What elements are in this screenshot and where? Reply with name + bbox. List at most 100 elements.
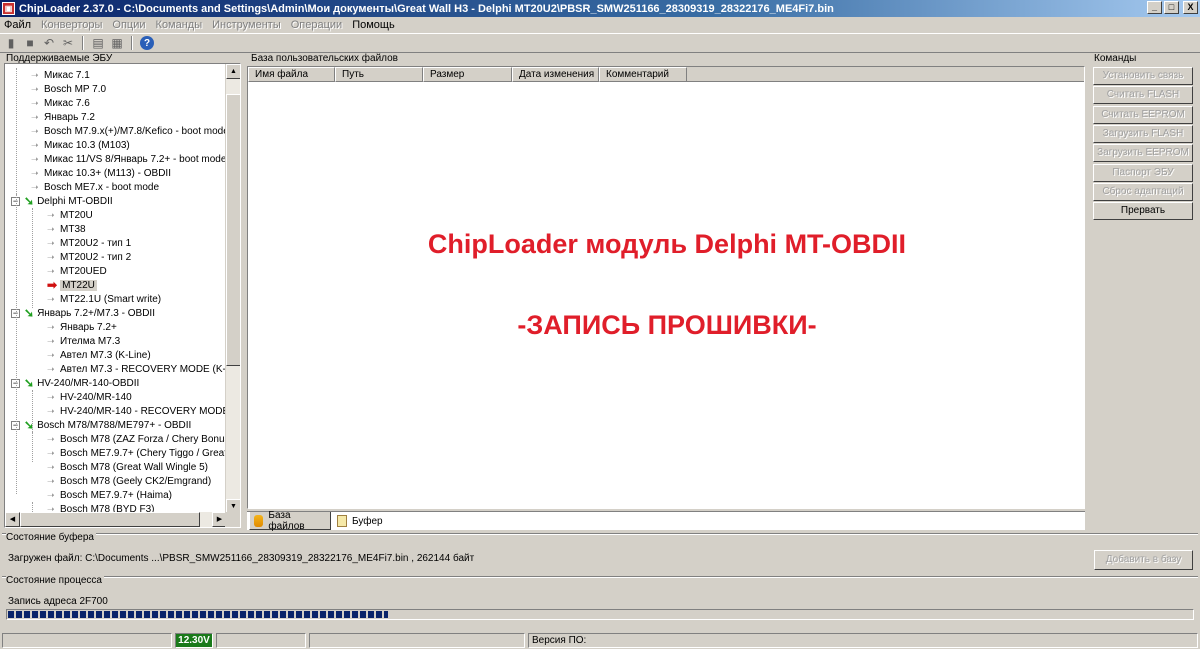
help-icon[interactable]: ? (140, 36, 154, 50)
cut-icon[interactable]: ✂ (61, 36, 75, 50)
tree-item[interactable]: ➝ Микас 11/VS 8/Январь 7.2+ - boot mode (31, 152, 226, 166)
command-button-0[interactable]: Установить связь (1093, 67, 1193, 85)
tree-item[interactable]: ➝ MT20U2 - тип 2 (47, 250, 131, 264)
command-button-5[interactable]: Паспорт ЭБУ (1093, 163, 1193, 182)
tree-item-label: Bosch ME7.9.7+ (Haima) (60, 489, 172, 501)
status-cell-3 (216, 633, 306, 648)
command-button-3[interactable]: Загрузить FLASH (1093, 124, 1193, 143)
tree-item[interactable]: ➝ Bosch ME7.9.7+ (Haima) (47, 488, 172, 502)
command-button-4[interactable]: Загрузить EEPROM (1093, 144, 1193, 163)
tree-item[interactable]: ➝ MT38 (47, 222, 86, 236)
tree-item[interactable]: ➝ Bosch M78 (Geely CK2/Emgrand) (47, 474, 211, 488)
copy-icon[interactable]: ▤ (91, 36, 105, 50)
column-header-date[interactable]: Дата изменения (512, 67, 599, 82)
command-button-6[interactable]: Сброс адаптаций (1093, 182, 1193, 201)
menu-item-2[interactable]: Опции (112, 19, 145, 31)
add-to-base-button[interactable]: Добавить в базу (1094, 550, 1193, 570)
buffer-icon (337, 515, 347, 527)
tree-item[interactable]: ➝ Микас 7.6 (31, 96, 90, 110)
menu-item-4[interactable]: Инструменты (212, 19, 281, 31)
tree-item[interactable]: ➡ MT22U (47, 278, 97, 292)
menu-item-1[interactable]: Конверторы (41, 19, 102, 31)
menu-item-3[interactable]: Команды (156, 19, 203, 31)
green-arrow-icon: ➘ (24, 376, 35, 390)
ecu-tree[interactable]: ➝ Микас 7.1 ➝ Bosch MP 7.0 ➝ Микас 7.6 ➝ Январь… (4, 63, 241, 528)
menu-item-5[interactable]: Операции (291, 19, 342, 31)
tree-item[interactable]: ➝ Bosch MP 7.0 (31, 82, 106, 96)
column-header-size[interactable]: Размер (423, 67, 512, 82)
arrow-icon: ➝ (31, 167, 39, 178)
command-button-7[interactable]: Прервать (1093, 202, 1193, 221)
tree-item-label: Bosch MP 7.0 (44, 83, 107, 95)
tree-item[interactable]: ➝ Bosch M78 (Great Wall Wingle 5) (47, 460, 208, 474)
arrow-icon: ➝ (47, 363, 55, 374)
arrow-icon: ➝ (31, 181, 39, 192)
scroll-left-icon[interactable]: ◀ (5, 512, 20, 527)
tab-file-base[interactable]: База файлов (249, 509, 331, 532)
tree-item-label: Автел M7.3 - RECOVERY MODE (K-Line) (60, 363, 227, 375)
close-button[interactable]: X (1183, 1, 1198, 14)
tree-item[interactable]: ➝ Январь 7.2 (31, 110, 95, 124)
tree-item-label: HV-240/MR-140 (60, 391, 132, 403)
tree-item-label: Delphi MT-OBDII (37, 195, 113, 207)
arrow-icon: ➝ (31, 97, 39, 108)
scroll-up-icon[interactable]: ▲ (226, 64, 240, 79)
tab-file-base-label: База файлов (268, 509, 305, 532)
tree-vertical-scrollbar[interactable]: ▲ ▼ (225, 64, 240, 514)
firmware-version: Версия ПО: (528, 633, 1198, 648)
tree-item[interactable]: ➝ Bosch M78 (ZAZ Forza / Chery Bonus) (47, 432, 227, 446)
arrow-icon: ➝ (31, 153, 39, 164)
tree-item[interactable]: ➝ MT20U2 - тип 1 (47, 236, 131, 250)
maximize-button[interactable]: □ (1164, 1, 1179, 14)
tree-scroll-thumb[interactable] (226, 94, 240, 366)
column-header-comment[interactable]: Комментарий (599, 67, 687, 82)
tree-item[interactable]: ➝ Автел M7.3 - RECOVERY MODE (K-Line) (47, 362, 227, 376)
tree-hscroll-thumb[interactable] (20, 512, 200, 527)
menu-item-6[interactable]: Помощь (352, 19, 395, 31)
tree-item[interactable]: ➝ MT20U (47, 208, 93, 222)
tree-item[interactable]: ➝ Ителма M7.3 (47, 334, 120, 348)
tree-item[interactable]: ➝ Микас 10.3 (M103) (31, 138, 130, 152)
column-header-path[interactable]: Путь (335, 67, 423, 82)
tree-item[interactable]: ➝ Микас 10.3+ (M113) - OBDII (31, 166, 171, 180)
tree-item[interactable]: ➝ Bosch M7.9.x(+)/M7.8/Kefico - boot mode (31, 124, 227, 138)
divider (2, 576, 1198, 578)
tree-item[interactable]: ➝ MT20UED (47, 264, 107, 278)
menu-bar: Файл Конверторы Опции Команды Инструменты Опе… (0, 17, 1200, 32)
command-button-2[interactable]: Считать EEPROM (1093, 105, 1193, 124)
window-title: ChipLoader 2.37.0 - C:\Documents and Set… (19, 2, 834, 15)
arrow-icon: ➝ (31, 69, 39, 80)
tree-horizontal-scrollbar[interactable]: ◀ ▶ (5, 512, 227, 527)
tree-item[interactable]: ➝ MT22.1U (Smart write) (47, 292, 161, 306)
tree-item[interactable]: ➝ Микас 7.1 (31, 68, 90, 82)
tree-item[interactable]: − ➘ Delphi MT-OBDII (11, 194, 113, 208)
arrow-icon: ➝ (47, 293, 55, 304)
open-icon[interactable]: ▮ (4, 36, 18, 50)
tab-buffer[interactable]: Буфер (333, 512, 389, 530)
tree-item-label: Микас 7.1 (44, 69, 90, 81)
menu-item-0[interactable]: Файл (4, 19, 31, 31)
tree-item[interactable]: − ➘ Bosch M78/M788/ME797+ - OBDII (11, 418, 191, 432)
files-list[interactable]: Имя файла Путь Размер Дата изменения Ком… (247, 66, 1085, 509)
arrow-icon: ➝ (31, 83, 39, 94)
minimize-button[interactable]: _ (1147, 1, 1162, 14)
tree-item[interactable]: ➝ Январь 7.2+ (47, 320, 117, 334)
tree-item[interactable]: ➝ HV-240/MR-140 - RECOVERY MODE (47, 404, 227, 418)
command-button-1[interactable]: Считать FLASH (1093, 86, 1193, 105)
tree-item-label: Микас 10.3+ (M113) - OBDII (44, 167, 171, 179)
paste-icon[interactable]: ▦ (110, 36, 124, 50)
tree-item[interactable]: ➝ Bosch ME7.x - boot mode (31, 180, 159, 194)
tree-line (32, 432, 33, 462)
undo-icon[interactable]: ↶ (42, 36, 56, 50)
tree-item[interactable]: ➝ HV-240/MR-140 (47, 390, 132, 404)
save-icon[interactable]: ■ (23, 36, 37, 50)
tree-item[interactable]: − ➘ HV-240/MR-140-OBDII (11, 376, 139, 390)
header-filler (687, 67, 1084, 82)
tree-item[interactable]: − ➘ Январь 7.2+/M7.3 - OBDII (11, 306, 155, 320)
tree-item[interactable]: ➝ Bosch ME7.9.7+ (Chery Tiggo / Great Wal… (47, 446, 227, 460)
tree-item[interactable]: ➝ Автел M7.3 (K-Line) (47, 348, 151, 362)
tree-item-label: HV-240/MR-140 - RECOVERY MODE (60, 405, 227, 417)
column-header-filename[interactable]: Имя файла (248, 67, 335, 82)
tree-item-label: Ителма M7.3 (60, 335, 121, 347)
arrow-icon: ➝ (47, 223, 55, 234)
